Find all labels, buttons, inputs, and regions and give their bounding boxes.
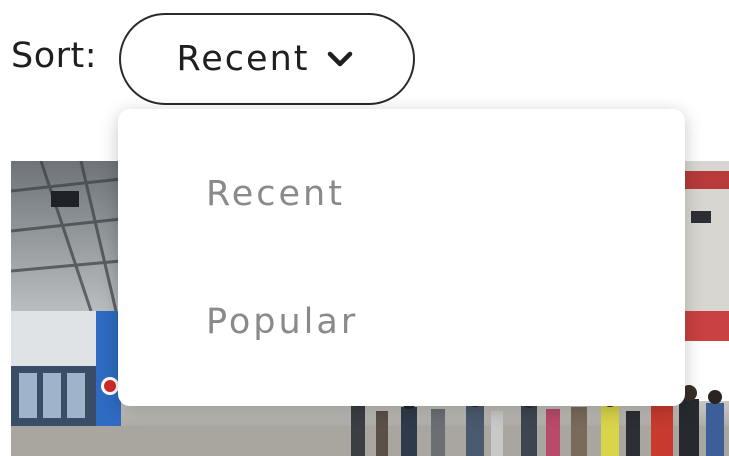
sort-option-recent[interactable]: Recent [118,139,685,249]
sort-option-popular[interactable]: Popular [118,267,685,377]
sort-selected-value: Recent [176,39,310,79]
sort-dropdown-menu: Recent Popular [118,109,685,406]
chevron-down-icon [323,42,357,76]
sort-label: Sort: [11,36,98,76]
sort-dropdown-button[interactable]: Recent [119,13,415,105]
page: Sort: Recent Recent Popular [0,0,729,456]
